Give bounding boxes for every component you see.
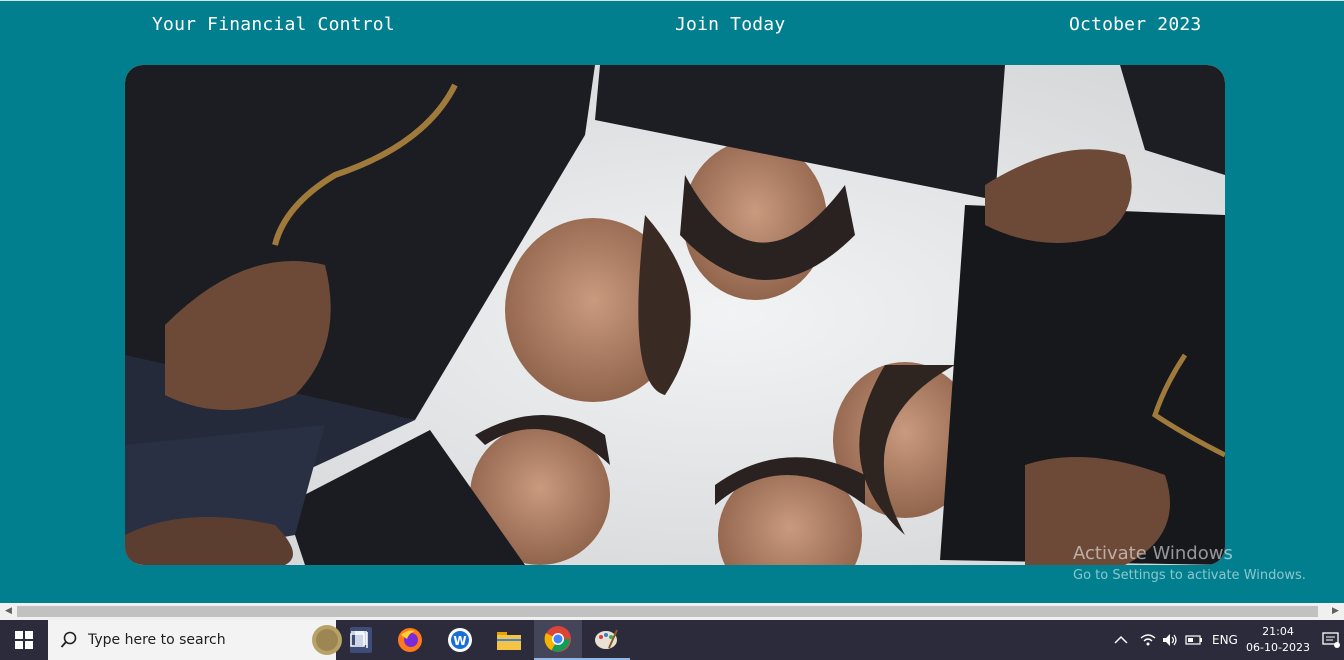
- task-view-icon: [350, 631, 368, 648]
- folder-icon: [497, 632, 521, 650]
- clock-time: 21:04: [1262, 625, 1294, 638]
- start-button[interactable]: [0, 620, 48, 660]
- language-indicator[interactable]: ENG: [1212, 620, 1238, 660]
- header: Your Financial Control Join Today Octobe…: [0, 0, 1344, 52]
- svg-text:W: W: [453, 634, 466, 648]
- network-button[interactable]: [1140, 620, 1156, 660]
- paint-taskbar-button[interactable]: [582, 620, 630, 660]
- w-app-icon: W: [448, 628, 472, 652]
- header-center-text: Join Today: [675, 14, 786, 35]
- header-right-text: October 2023: [1069, 14, 1202, 35]
- search-icon: [60, 631, 77, 648]
- notifications-button[interactable]: [1322, 620, 1342, 660]
- battery-button[interactable]: [1185, 620, 1203, 660]
- activate-windows-title: Activate Windows: [1073, 543, 1233, 564]
- activate-windows-subtitle: Go to Settings to activate Windows.: [1073, 568, 1306, 583]
- taskbar-search-box[interactable]: Type here to search: [48, 620, 372, 660]
- clock-date: 06-10-2023: [1246, 641, 1310, 654]
- activate-windows-watermark: Activate Windows Go to Settings to activ…: [1073, 543, 1306, 583]
- search-placeholder: Type here to search: [88, 632, 226, 648]
- page: Your Financial Control Join Today Octobe…: [0, 0, 1344, 660]
- taskbar: Type here to search W ENG 21:04 06-10-20…: [0, 620, 1344, 660]
- scrollbar-thumb[interactable]: [17, 606, 1318, 617]
- horizontal-scrollbar[interactable]: ◀ ▶: [0, 603, 1344, 620]
- firefox-taskbar-button[interactable]: [386, 620, 434, 660]
- battery-icon: [1185, 635, 1202, 645]
- show-hidden-icons-button[interactable]: [1114, 620, 1130, 660]
- task-view-button[interactable]: [336, 620, 384, 660]
- hero-photo-illustration: [125, 65, 1225, 565]
- chevron-up-icon: [1114, 635, 1128, 644]
- notification-icon: [1322, 632, 1340, 648]
- scroll-left-arrow-icon[interactable]: ◀: [0, 603, 17, 620]
- speaker-icon: [1163, 634, 1177, 646]
- scroll-right-arrow-icon[interactable]: ▶: [1327, 603, 1344, 620]
- language-text: ENG: [1212, 633, 1238, 647]
- taskbar-clock[interactable]: 21:04 06-10-2023: [1244, 624, 1312, 656]
- header-left-text: Your Financial Control: [152, 14, 395, 35]
- paint-palette-icon: [595, 629, 618, 649]
- volume-button[interactable]: [1162, 620, 1178, 660]
- file-explorer-taskbar-button[interactable]: [485, 620, 533, 660]
- chrome-icon: [544, 626, 571, 652]
- chrome-taskbar-button[interactable]: [534, 620, 582, 660]
- firefox-icon: [398, 628, 422, 652]
- w-app-taskbar-button[interactable]: W: [436, 620, 484, 660]
- hero-image: [125, 65, 1225, 565]
- wifi-icon: [1140, 634, 1156, 646]
- windows-logo-icon: [15, 631, 33, 649]
